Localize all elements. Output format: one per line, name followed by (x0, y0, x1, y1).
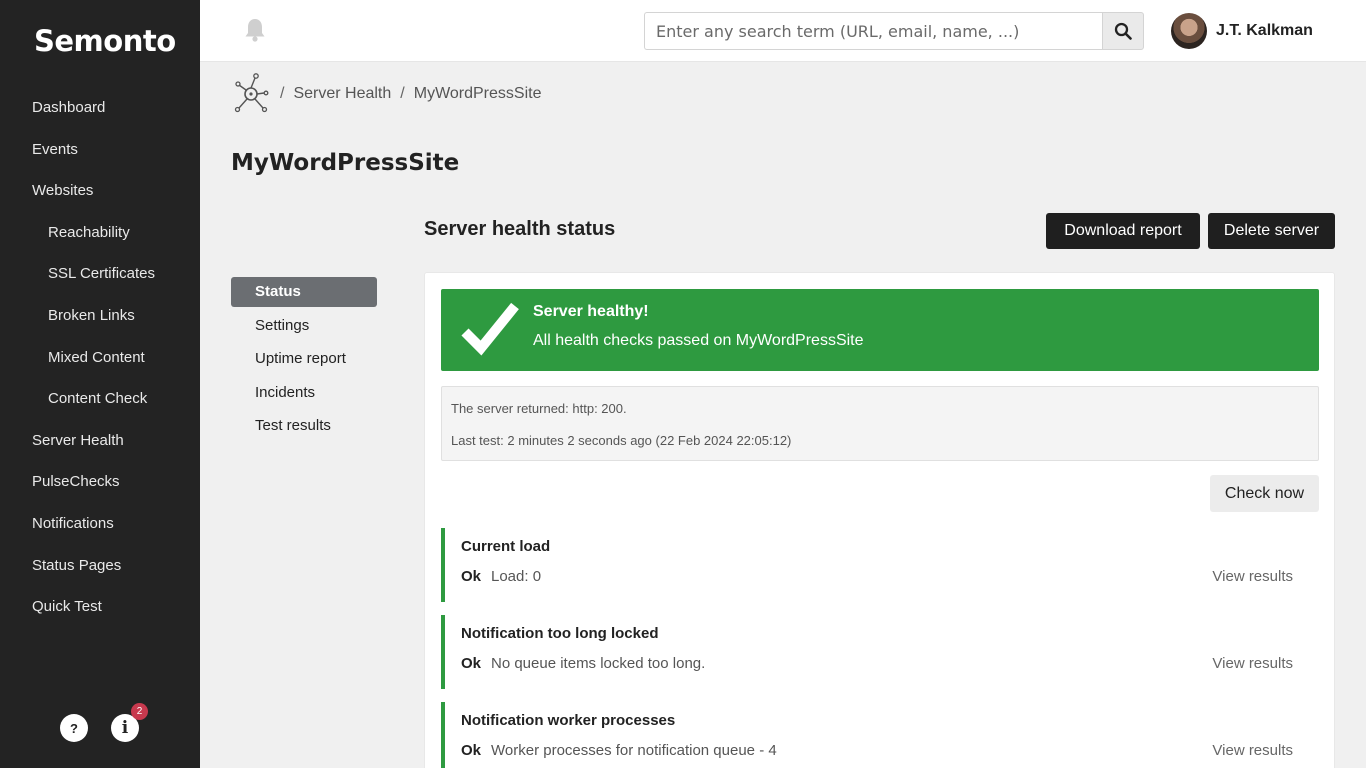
breadcrumb: / Server Health / MyWordPressSite (233, 72, 541, 116)
sidebar-item-pulsechecks[interactable]: PulseChecks (0, 461, 200, 503)
search-bar (644, 12, 1144, 50)
view-results-link[interactable]: View results (1212, 742, 1293, 759)
alert-text: All health checks passed on MyWordPressS… (533, 332, 864, 349)
topbar: J.T. Kalkman (200, 0, 1366, 62)
user-menu[interactable]: J.T. Kalkman (1171, 12, 1313, 50)
user-name: J.T. Kalkman (1216, 22, 1313, 39)
help-icon: ? (70, 720, 78, 736)
last-test-text: Last test: 2 minutes 2 seconds ago (22 F… (451, 433, 792, 448)
sidebar-nav: Dashboard Events Websites Reachability SSL C… (0, 87, 200, 628)
download-report-button[interactable]: Download report (1046, 213, 1200, 249)
sidebar-item-notifications[interactable]: Notifications (0, 503, 200, 545)
breadcrumb-site[interactable]: MyWordPressSite (414, 85, 542, 103)
logo-text: Semonto (34, 24, 176, 58)
http-status-text: The server returned: http: 200. (451, 401, 627, 416)
sidebar-item-broken-links[interactable]: Broken Links (0, 295, 200, 337)
sidebar-footer: ? i 2 (0, 703, 200, 744)
sidebar-item-events[interactable]: Events (0, 129, 200, 171)
subnav-item-uptime-report[interactable]: Uptime report (231, 344, 377, 378)
sidebar-item-quick-test[interactable]: Quick Test (0, 586, 200, 628)
health-check-item: Current load Ok Load: 0 View results (441, 528, 1319, 602)
check-status: Ok (461, 742, 482, 759)
check-now-button[interactable]: Check now (1210, 475, 1319, 512)
search-button[interactable] (1102, 12, 1144, 50)
sidebar-item-websites[interactable]: Websites (0, 170, 200, 212)
sidebar-item-reachability[interactable]: Reachability (0, 212, 200, 254)
search-icon (1114, 22, 1132, 40)
search-input[interactable] (644, 12, 1102, 50)
breadcrumb-separator: / (400, 85, 405, 102)
semonto-logo[interactable]: Semonto (34, 14, 176, 68)
delete-server-button[interactable]: Delete server (1208, 213, 1335, 249)
breadcrumb-separator: / (280, 85, 285, 102)
subnav-item-incidents[interactable]: Incidents (231, 378, 377, 412)
view-results-link[interactable]: View results (1212, 568, 1293, 585)
breadcrumb-server-health[interactable]: Server Health (293, 85, 391, 103)
check-status: Ok (461, 655, 482, 672)
info-icon: i (121, 718, 129, 738)
subnav-item-status[interactable]: Status (231, 277, 377, 307)
subnav-item-test-results[interactable]: Test results (231, 411, 377, 445)
sidebar-item-server-health[interactable]: Server Health (0, 420, 200, 462)
check-description: Load: 0 (491, 568, 542, 585)
health-check-item: Notification too long locked Ok No queue i… (441, 615, 1319, 689)
health-check-item: Notification worker processes Ok Worker pr… (441, 702, 1319, 768)
check-description: No queue items locked too long. (491, 655, 706, 672)
server-subnav: Status Settings Uptime report Incidents Test… (231, 277, 377, 445)
alert-title: Server healthy! (533, 303, 649, 320)
sidebar-item-dashboard[interactable]: Dashboard (0, 87, 200, 129)
home-icon[interactable] (233, 72, 269, 116)
sidebar-item-mixed-content[interactable]: Mixed Content (0, 337, 200, 379)
help-button[interactable]: ? (60, 714, 88, 742)
check-name: Notification too long locked (461, 625, 659, 642)
check-description: Worker processes for notification queue … (491, 742, 777, 759)
bell-icon[interactable] (243, 17, 267, 43)
info-badge: 2 (131, 703, 148, 720)
sidebar: Semonto Dashboard Events Websites Reachabil… (0, 0, 200, 768)
page-title: MyWordPressSite (231, 150, 460, 176)
view-results-link[interactable]: View results (1212, 655, 1293, 672)
healthy-alert: Server healthy! All health checks passed… (441, 289, 1319, 371)
avatar (1171, 13, 1207, 49)
check-name: Notification worker processes (461, 712, 676, 729)
sidebar-item-content-check[interactable]: Content Check (0, 378, 200, 420)
section-title: Server health status (424, 218, 616, 240)
status-panel: Server healthy! All health checks passed… (424, 272, 1335, 768)
checkmark-icon (461, 302, 519, 356)
check-status: Ok (461, 568, 482, 585)
sidebar-item-ssl-certificates[interactable]: SSL Certificates (0, 253, 200, 295)
sidebar-item-status-pages[interactable]: Status Pages (0, 545, 200, 587)
check-name: Current load (461, 538, 551, 555)
subnav-item-settings[interactable]: Settings (231, 311, 377, 345)
test-info-box: The server returned: http: 200. Last tes… (441, 386, 1319, 461)
